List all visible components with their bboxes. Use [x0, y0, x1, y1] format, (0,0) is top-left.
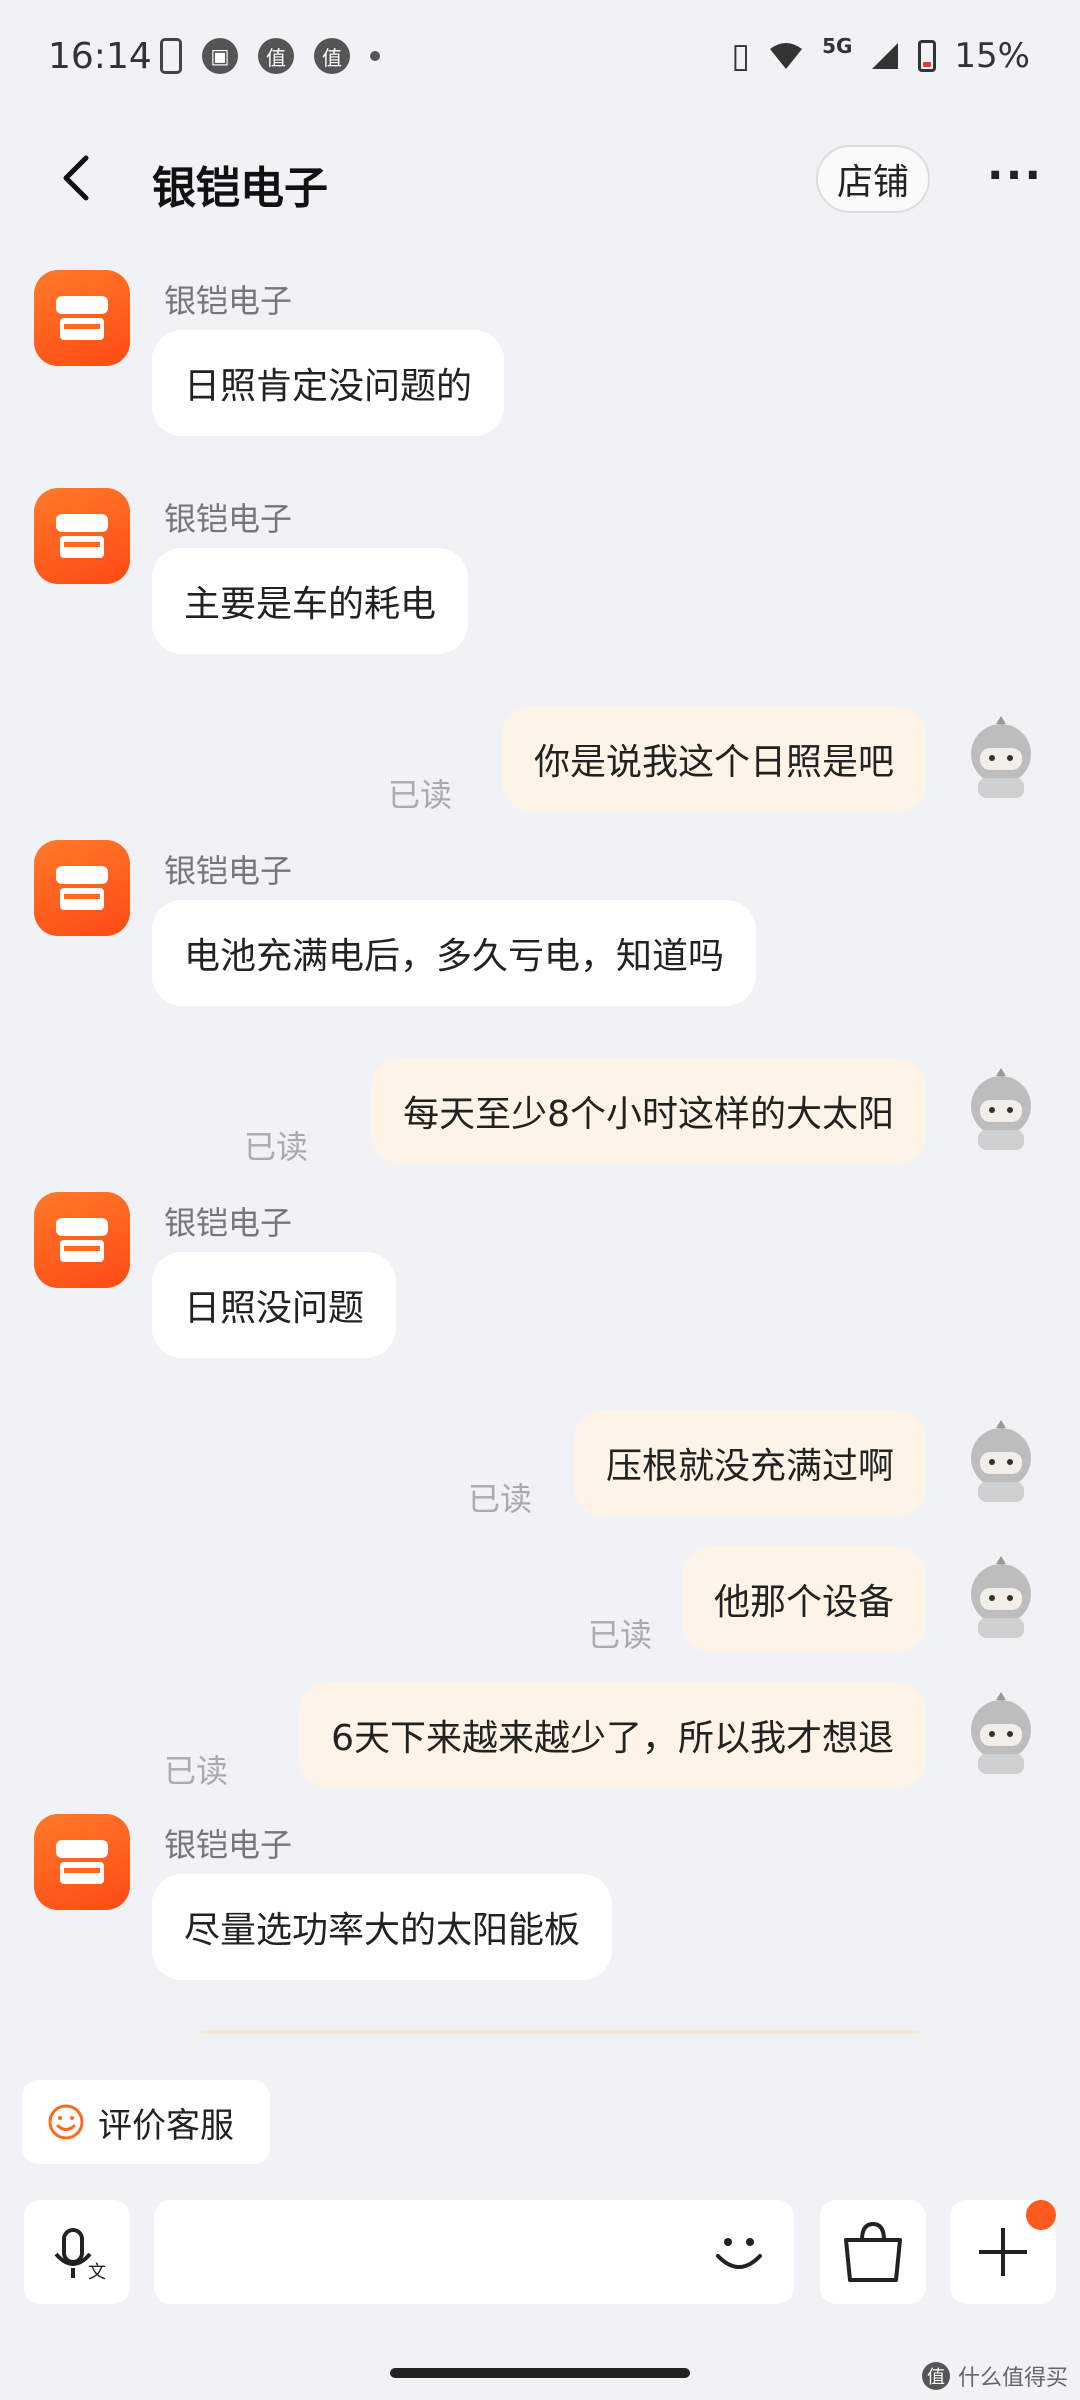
message-bubble[interactable]: 日照肯定没问题的 [152, 330, 505, 436]
watermark-text: 什么值得买 [957, 2366, 1068, 2391]
chat-title: 银铠电子 [152, 163, 328, 214]
message-bubble[interactable]: 6天下来越来越少了，所以我才想退 [299, 1682, 926, 1788]
shop-avatar[interactable] [34, 270, 130, 366]
zhi-app-icon-2: 值 [314, 38, 350, 74]
smile-icon [48, 2104, 84, 2140]
more-options-button[interactable]: ··· [980, 150, 1050, 210]
loading-divider [200, 2030, 920, 2034]
message-bubble[interactable]: 他那个设备 [681, 1546, 926, 1652]
user-avatar[interactable] [962, 1554, 1040, 1640]
microphone-icon: 文 [54, 2228, 106, 2283]
sender-name: 银铠电子 [164, 500, 293, 538]
shop-avatar[interactable] [34, 1814, 130, 1910]
battery-icon [918, 40, 937, 72]
sender-name: 银铠电子 [164, 282, 293, 320]
store-icon [56, 514, 108, 558]
user-avatar[interactable] [962, 1690, 1040, 1776]
rate-service-label: 评价客服 [98, 2105, 234, 2146]
read-receipt: 已读 [388, 776, 453, 814]
read-receipt: 已读 [164, 1752, 229, 1790]
shop-avatar[interactable] [34, 488, 130, 584]
store-icon [56, 1218, 108, 1262]
message-bubble[interactable]: 日照没问题 [152, 1252, 397, 1358]
voice-input-button[interactable]: 文 [24, 2200, 130, 2304]
calendar-icon: ▣ [202, 38, 238, 74]
more-notifications-dot [370, 51, 380, 61]
back-arrow-icon[interactable] [48, 148, 108, 208]
message-bubble[interactable]: 压根就没充满过啊 [573, 1410, 926, 1516]
message-bubble[interactable]: 尽量选功率大的太阳能板 [152, 1874, 613, 1980]
message-bubble[interactable]: 电池充满电后，多久亏电，知道吗 [152, 900, 757, 1006]
read-receipt: 已读 [588, 1616, 653, 1654]
store-icon [56, 1840, 108, 1884]
watermark-logo: 值 [921, 2362, 950, 2390]
message-bubble[interactable]: 每天至少8个小时这样的大太阳 [371, 1058, 926, 1164]
sender-name: 银铠电子 [164, 852, 293, 890]
chat-header: 银铠电子 店铺 ··· [0, 110, 1080, 250]
emoji-icon[interactable] [704, 2216, 774, 2286]
svg-text:文: 文 [88, 2262, 106, 2283]
status-right-icons: ▯ 5G 15% [731, 34, 1030, 76]
status-time: 16:14 [48, 36, 152, 77]
phone-icon [160, 38, 182, 74]
input-bar: 文 [0, 2190, 1080, 2340]
rate-service-button[interactable]: 评价客服 [22, 2080, 270, 2164]
status-bar: 16:14 ▣ 值 值 ▯ 5G 15% [0, 0, 1080, 110]
watermark: 值 什么值得买 [921, 2360, 1068, 2392]
store-icon [56, 296, 108, 340]
message-bubble[interactable]: 主要是车的耗电 [152, 548, 469, 654]
user-avatar[interactable] [962, 714, 1040, 800]
store-icon [56, 866, 108, 910]
shopping-bag-icon [844, 2221, 902, 2282]
user-avatar[interactable] [962, 1066, 1040, 1152]
message-bubble[interactable]: 你是说我这个日照是吧 [501, 706, 926, 812]
signal-icon [872, 43, 899, 69]
network-type: 5G [822, 34, 853, 58]
sender-name: 银铠电子 [164, 1826, 293, 1864]
home-indicator[interactable] [390, 2368, 690, 2378]
product-bag-button[interactable] [820, 2200, 926, 2304]
shop-avatar[interactable] [34, 1192, 130, 1288]
message-input[interactable] [154, 2200, 794, 2304]
sender-name: 银铠电子 [164, 1204, 293, 1242]
wifi-icon [770, 43, 803, 69]
user-avatar[interactable] [962, 1418, 1040, 1504]
notification-dot [1026, 2200, 1056, 2230]
vibrate-icon: ▯ [731, 36, 751, 76]
read-receipt: 已读 [244, 1128, 309, 1166]
shop-button[interactable]: 店铺 [816, 145, 930, 213]
read-receipt: 已读 [468, 1480, 533, 1518]
status-notification-icons: ▣ 值 值 [160, 38, 380, 74]
shop-avatar[interactable] [34, 840, 130, 936]
battery-percent: 15% [954, 36, 1030, 76]
zhi-app-icon: 值 [258, 38, 294, 74]
